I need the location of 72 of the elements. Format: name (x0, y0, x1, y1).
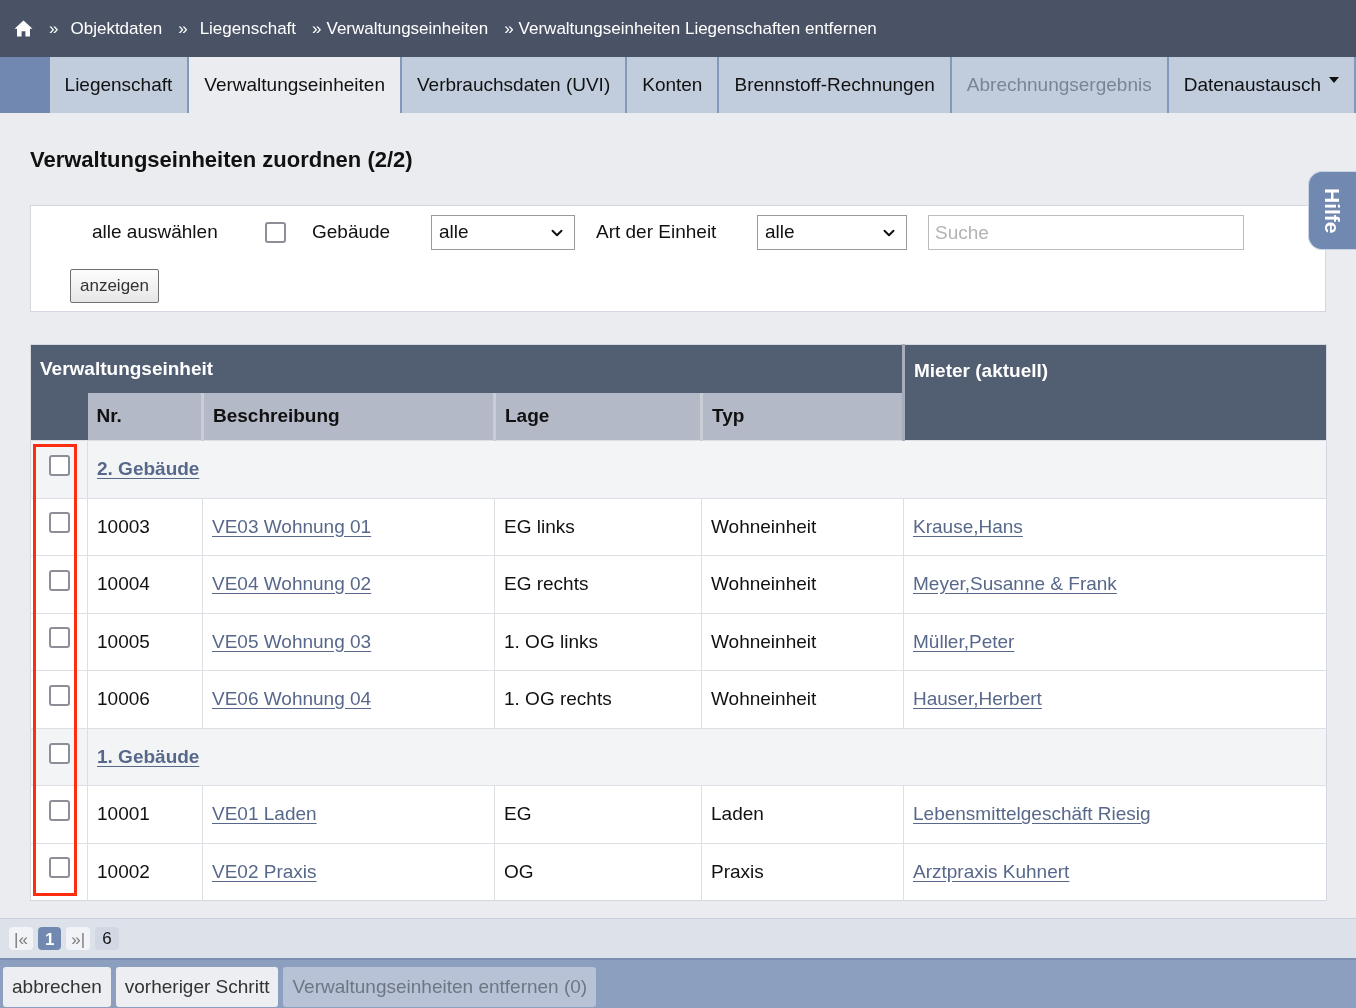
unit-link[interactable]: VE01 Laden (212, 803, 317, 824)
table-cell: Laden (701, 785, 904, 843)
tenant-link[interactable]: Krause,Hans (913, 515, 1023, 537)
group-link[interactable]: 2. Gebäude (97, 458, 200, 479)
footer-button[interactable]: vorheriger Schritt (115, 967, 279, 1007)
checkbox[interactable] (265, 222, 286, 243)
table-cell: 1. OG links (494, 613, 702, 671)
checkbox[interactable] (48, 684, 70, 706)
table-cell: 1. OG rechts (494, 670, 702, 728)
unit-type-label: Art der Einheit (596, 221, 717, 243)
table-cell: Wohneinheit (701, 613, 904, 671)
table-cell: 10004 (87, 555, 203, 613)
breadcrumb-separator: » (312, 17, 322, 40)
tenant-link[interactable]: Arztpraxis Kuhnert (913, 860, 1070, 882)
table-cell: Wohneinheit (701, 670, 904, 728)
tenant-link[interactable]: Hauser,Herbert (913, 688, 1042, 709)
table-cell: OG (494, 843, 702, 901)
tenant-link[interactable]: Meyer,Susanne & Frank (913, 573, 1117, 594)
home-icon[interactable] (14, 20, 33, 37)
caret-down-icon (1329, 77, 1339, 83)
tab-bar-edge (0, 57, 50, 113)
checkbox[interactable] (48, 742, 70, 764)
group-link[interactable]: 1. Gebäude (97, 745, 200, 767)
table-cell: Wohneinheit (701, 498, 904, 556)
table-cell: EG (494, 785, 702, 843)
show-button[interactable]: anzeigen (70, 269, 159, 303)
page-title: Verwaltungseinheiten zuordnen (2/2) (30, 147, 414, 173)
unit-link[interactable]: VE04 Wohnung 02 (212, 573, 372, 594)
checkbox[interactable] (48, 455, 70, 477)
table-cell: Praxis (701, 843, 904, 901)
column-header: Typ (701, 392, 904, 441)
checkbox[interactable] (48, 627, 70, 648)
building-label: Gebäude (312, 221, 391, 243)
first-page-button[interactable]: |« (9, 927, 33, 950)
table-cell: 10006 (87, 670, 203, 728)
breadcrumb-separator: » (49, 17, 59, 40)
breadcrumb-link[interactable]: Verwaltungseinheiten Liegenschaften entfernen (518, 15, 877, 42)
table-cell: 10002 (87, 843, 203, 901)
nav-tab[interactable]: Verwaltungseinheiten (189, 57, 402, 113)
checkbox[interactable] (48, 512, 70, 533)
table-cell: EG links (494, 498, 702, 556)
column-group-header: Verwaltungseinheit (30, 344, 904, 393)
breadcrumb-separator: » (178, 17, 188, 40)
help-tab[interactable]: Hilfe (1308, 171, 1356, 250)
column-header: Nr. (87, 392, 203, 441)
checkbox[interactable] (48, 569, 70, 591)
column-header: Lage (494, 392, 702, 441)
search-field[interactable]: Suche (928, 215, 1244, 250)
page-count: 6 (95, 927, 119, 950)
column-header: Mieter (aktuell) (903, 344, 1327, 441)
unit-type-select[interactable]: alle (757, 215, 907, 250)
table-cell: EG rechts (494, 555, 702, 613)
breadcrumb-separator: » (504, 17, 514, 40)
page-button[interactable]: 1 (37, 927, 62, 950)
blank-header-cell (30, 392, 88, 441)
building-select[interactable]: alle (431, 215, 575, 250)
column-header: Beschreibung (202, 392, 495, 441)
checkbox[interactable] (48, 857, 70, 878)
breadcrumb-link[interactable]: Liegenschaft (199, 15, 297, 42)
table-cell: 10003 (87, 498, 203, 556)
checkbox[interactable] (48, 799, 70, 821)
unit-link[interactable]: VE06 Wohnung 04 (212, 688, 372, 709)
unit-link[interactable]: VE02 Praxis (212, 860, 317, 882)
table-cell: 10005 (87, 613, 203, 671)
last-page-button[interactable]: »| (66, 927, 91, 950)
tenant-link[interactable]: Müller,Peter (913, 630, 1015, 652)
breadcrumb-link[interactable]: Objektdaten (70, 15, 163, 42)
breadcrumb-link[interactable]: Verwaltungseinheiten (326, 15, 489, 42)
table-cell: 10001 (87, 785, 203, 843)
select-all-label: alle auswählen (92, 221, 218, 243)
table-cell: Wohneinheit (701, 555, 904, 613)
footer-button[interactable]: abbrechen (3, 967, 111, 1007)
